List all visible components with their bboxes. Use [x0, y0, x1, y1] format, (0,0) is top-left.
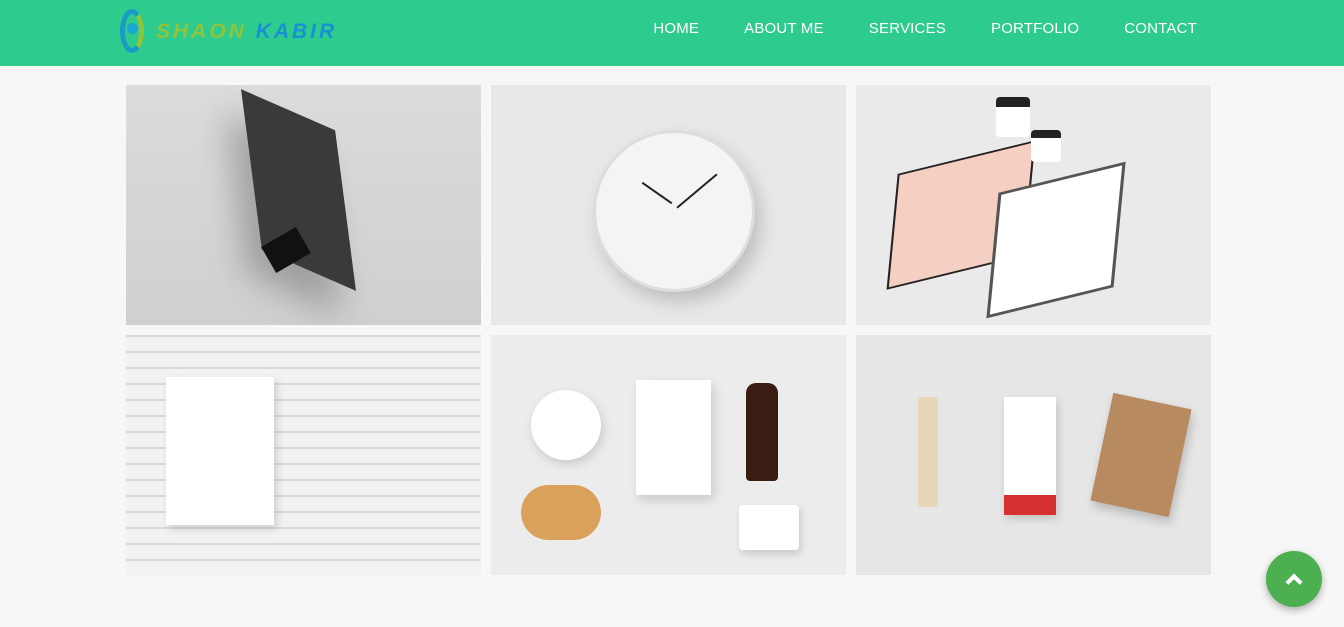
portfolio-grid [126, 85, 1211, 575]
main-nav: HOME ABOUT ME SERVICES PORTFOLIO CONTACT [653, 20, 1197, 37]
logo-icon [120, 9, 146, 55]
chevron-up-icon [1285, 573, 1303, 591]
portfolio-item-menu[interactable] [126, 335, 481, 575]
nav-contact[interactable]: CONTACT [1124, 20, 1197, 37]
nav-services[interactable]: SERVICES [869, 20, 946, 37]
portfolio-item-stationery[interactable] [856, 85, 1211, 325]
nav-portfolio[interactable]: PORTFOLIO [991, 20, 1079, 37]
portfolio-item-clock[interactable] [491, 85, 846, 325]
back-to-top-button[interactable] [1266, 551, 1322, 607]
portfolio-item-business-card[interactable] [126, 85, 481, 325]
nav-about-me[interactable]: ABOUT ME [744, 20, 824, 37]
logo-text: SHAON KABIR [156, 20, 338, 43]
logo[interactable]: SHAON KABIR [120, 8, 337, 56]
portfolio-item-matches[interactable] [856, 335, 1211, 575]
nav-home[interactable]: HOME [653, 20, 699, 37]
portfolio-item-coffee-branding[interactable] [491, 335, 846, 575]
header: SHAON KABIR HOME ABOUT ME SERVICES PORTF… [0, 0, 1344, 66]
